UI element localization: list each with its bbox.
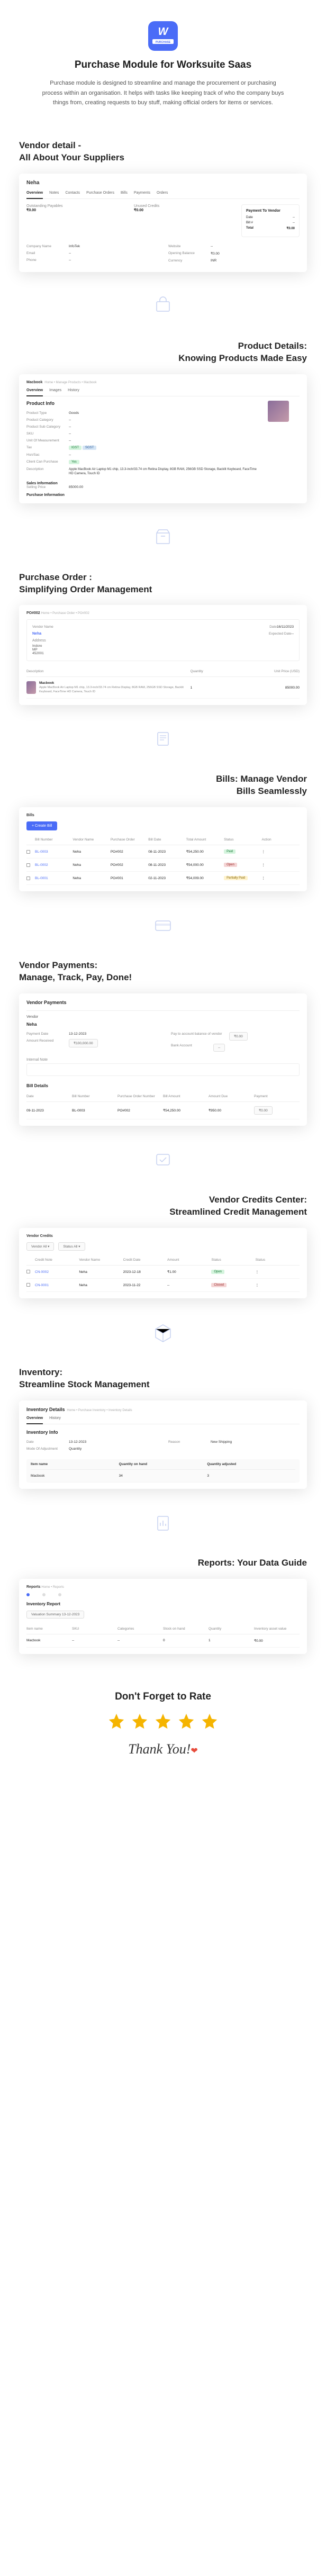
order-icon	[0, 526, 326, 552]
inventory-icon	[0, 1321, 326, 1346]
svg-text:PURCHASE: PURCHASE	[156, 41, 171, 44]
credits-screenshot: Vendor Credits Vendor All ▾Status All ▾ …	[19, 1228, 307, 1298]
bills-heading: Bills: Manage Vendor Bills Seamlessly	[19, 773, 307, 798]
bills-screenshot: Bills + Create Bill Bill NumberVendor Na…	[19, 807, 307, 891]
purchase-logo: W PURCHASE SAAS	[148, 21, 178, 51]
product-icon	[0, 294, 326, 320]
vendor-heading: Vendor detail - All About Your Suppliers	[19, 140, 307, 164]
svg-text:W: W	[158, 26, 169, 38]
payments-icon	[0, 914, 326, 939]
po-screenshot: PO#002 Home • Purchase Order • PO#002 Ve…	[19, 605, 307, 705]
credits-heading: Vendor Credits Center: Streamlined Credi…	[19, 1194, 307, 1218]
vendor-name: Neha	[26, 180, 300, 186]
report-tabs[interactable]	[26, 1593, 300, 1596]
page-desc: Purchase module is designed to streamlin…	[41, 78, 285, 108]
reports-heading: Reports: Your Data Guide	[19, 1557, 307, 1569]
rating-stars[interactable]	[16, 1712, 310, 1733]
thanks-text: Thank You!❤	[16, 1741, 310, 1757]
table-row: BL-0002NehaPO#00208-11-2023₹54,000.00Ope…	[26, 858, 300, 872]
payments-screenshot: Vendor Payments Vendor Neha Payment Date…	[19, 993, 307, 1126]
product-heading: Product Details: Knowing Products Made E…	[19, 340, 307, 365]
reports-screenshot: Reports Home • Reports Inventory Report …	[19, 1579, 307, 1654]
vendor-tabs[interactable]: OverviewNotesContactsPurchase OrdersBill…	[26, 191, 300, 199]
reports-icon	[0, 1511, 326, 1537]
po-heading: Purchase Order : Simplifying Order Manag…	[19, 572, 307, 596]
payments-heading: Vendor Payments: Manage, Track, Pay, Don…	[19, 960, 307, 984]
product-thumb	[268, 401, 289, 422]
page-title: Purchase Module for Worksuite Saas	[16, 59, 310, 71]
pay-card: Payment To Vendor Date-- Bill #-- Total₹…	[241, 204, 300, 237]
rate-heading: Don't Forget to Rate	[16, 1691, 310, 1703]
vendor-screenshot: Neha OverviewNotesContactsPurchase Order…	[19, 174, 307, 272]
table-row: BL-0003NehaPO#00208-11-2023₹54,250.00Pai…	[26, 845, 300, 858]
table-row: BL-0001NehaPO#00102-11-2023₹54,009.00Par…	[26, 872, 300, 885]
create-bill-button[interactable]: + Create Bill	[26, 821, 57, 830]
product-screenshot: Macbook Home • Manage Products • Macbook…	[19, 374, 307, 503]
svg-text:SAAS: SAAS	[160, 47, 167, 49]
credits-icon	[0, 1148, 326, 1174]
inventory-heading: Inventory: Streamline Stock Management	[19, 1367, 307, 1391]
inventory-screenshot: Inventory Details Home • Purchase Invent…	[19, 1400, 307, 1489]
po-item-thumb	[26, 681, 36, 694]
bills-icon	[0, 727, 326, 753]
